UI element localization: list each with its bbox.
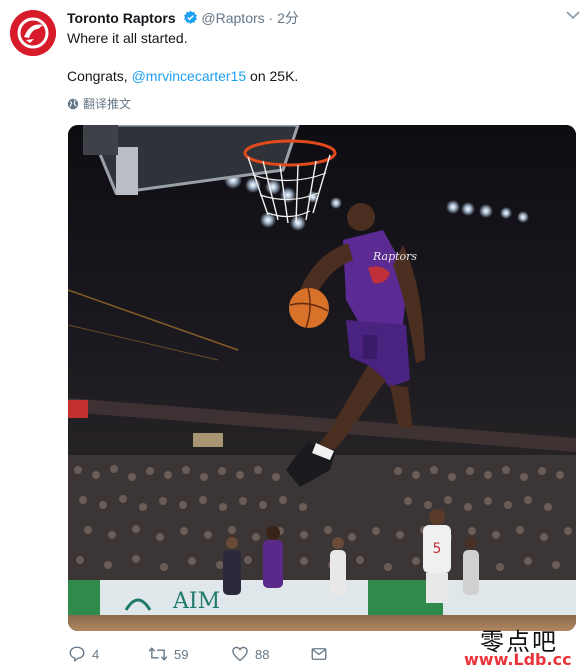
heart-icon: [232, 646, 248, 662]
like-button[interactable]: 88: [231, 644, 269, 666]
jersey-number: 5: [433, 541, 442, 557]
tweet-header: Toronto Raptors @Raptors · 2分: [67, 8, 566, 28]
verified-badge-icon: [183, 10, 197, 24]
dunk-photo-illustration: AIM 5 Raptors: [68, 125, 576, 631]
retweet-icon: [148, 647, 168, 661]
tweet-text-prefix: Congrats,: [67, 68, 132, 84]
user-handle[interactable]: @Raptors: [201, 10, 264, 26]
like-count: 88: [255, 647, 270, 662]
globe-icon: [67, 98, 79, 110]
chevron-down-icon[interactable]: [566, 10, 580, 20]
tweet-text-line1: Where it all started.: [67, 30, 188, 46]
tweet-text-suffix: on 25K.: [246, 68, 299, 84]
separator-dot: ·: [268, 10, 274, 26]
tweet-text: Where it all started. Congrats, @mrvince…: [67, 29, 567, 86]
tweet-photo[interactable]: AIM 5 Raptors: [68, 125, 576, 631]
translate-tweet-link[interactable]: 翻译推文: [67, 96, 131, 112]
direct-message-button[interactable]: [310, 644, 334, 666]
retweet-button[interactable]: 59: [148, 644, 188, 666]
tweet-text-line2: Congrats, @mrvincecarter15 on 25K.: [67, 67, 567, 86]
sign-text: AIM: [172, 589, 220, 614]
retweet-count: 59: [174, 647, 189, 662]
raptors-logo-icon: [10, 10, 56, 56]
courtside-sign: AIM: [68, 580, 576, 620]
envelope-icon: [311, 648, 327, 660]
timestamp[interactable]: 2分: [277, 10, 299, 26]
translate-label: 翻译推文: [83, 97, 132, 111]
reply-icon: [69, 646, 85, 663]
raptors-avatar[interactable]: [10, 10, 56, 56]
reply-count: 4: [92, 647, 100, 662]
mention-link[interactable]: @mrvincecarter15: [132, 68, 247, 84]
display-name[interactable]: Toronto Raptors: [67, 10, 176, 26]
svg-text:Raptors: Raptors: [372, 250, 417, 263]
tweet-card: Toronto Raptors @Raptors · 2分 Where it a…: [0, 0, 586, 671]
reply-button[interactable]: 4: [68, 644, 99, 666]
watermark-url: www.Ldb.cc: [464, 650, 572, 669]
